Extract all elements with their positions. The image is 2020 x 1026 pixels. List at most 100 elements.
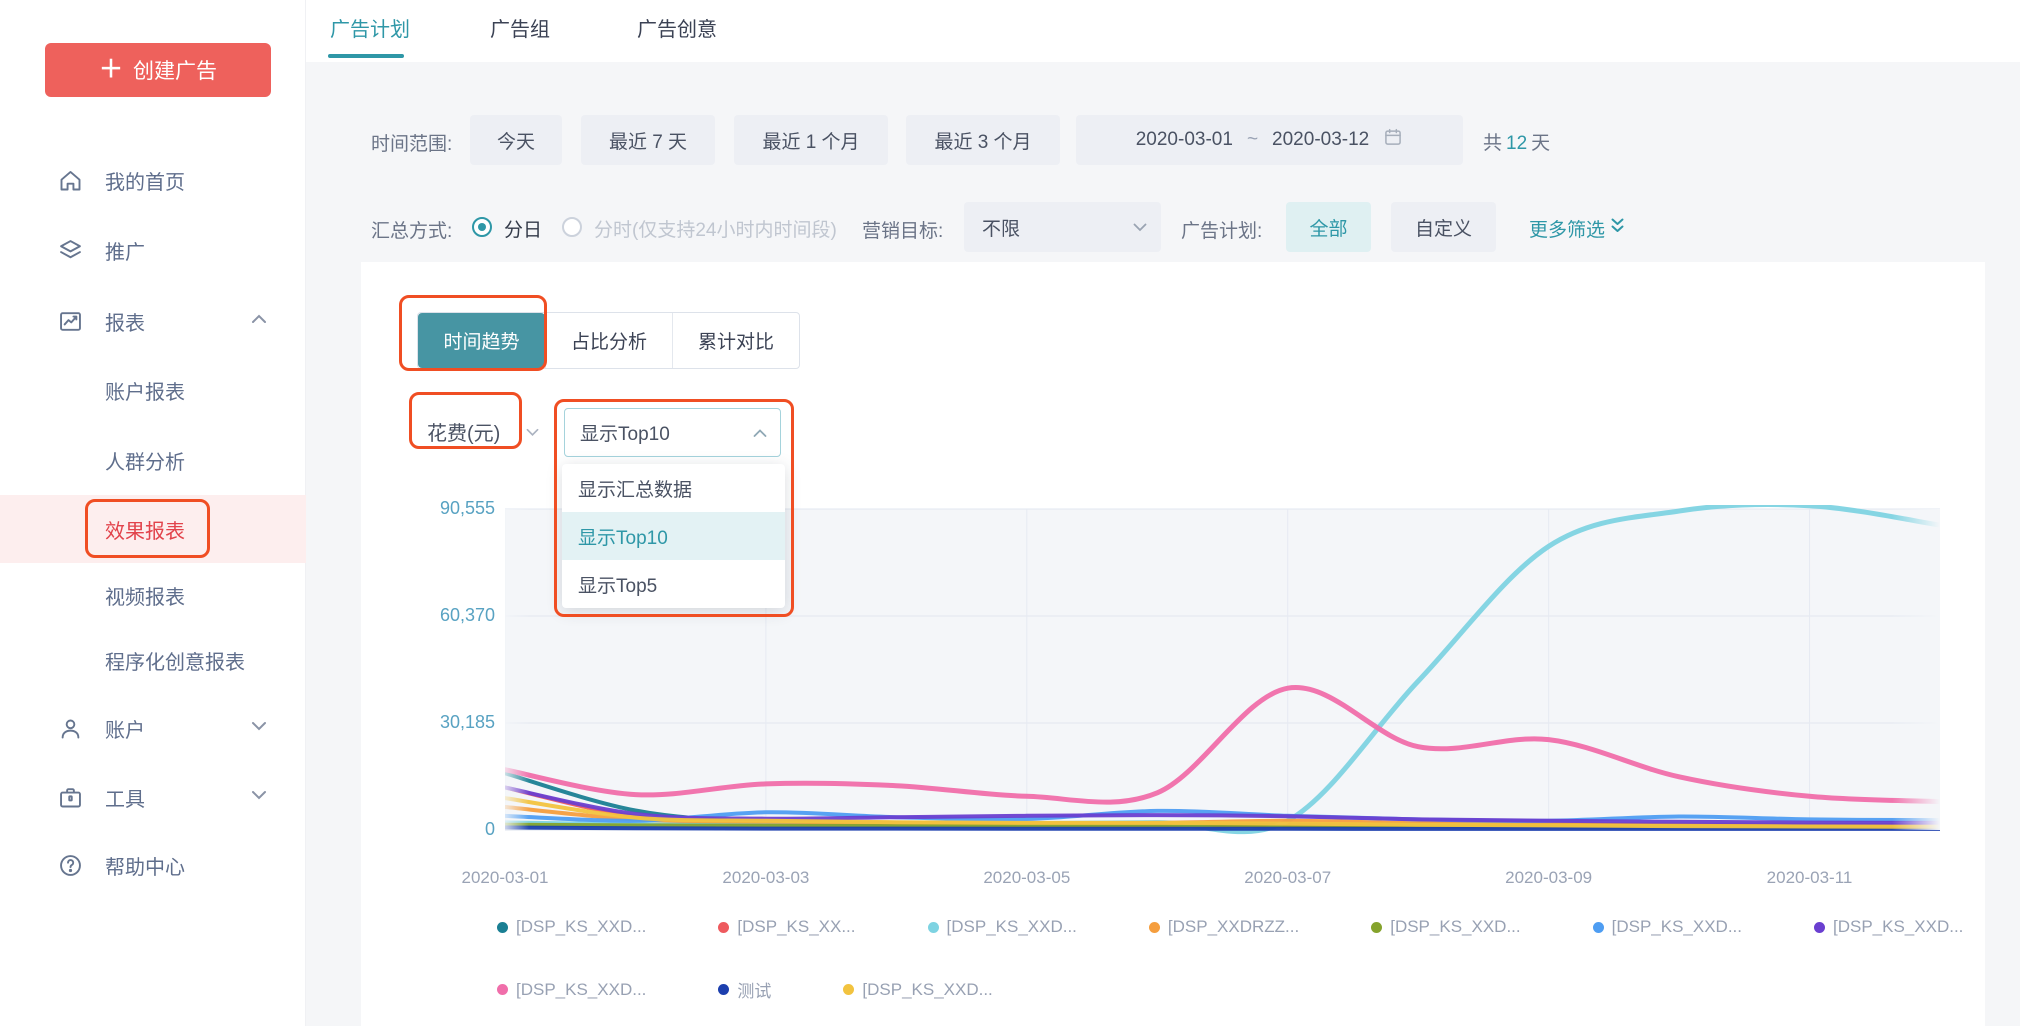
help-icon: [55, 850, 85, 880]
sidebar-item-programmatic-creative-report[interactable]: 程序化创意报表: [0, 631, 306, 689]
y-axis-tick: 30,185: [385, 712, 495, 733]
total-days-number: 12: [1502, 133, 1531, 154]
option-show-summary[interactable]: 显示汇总数据: [562, 464, 785, 512]
legend-label: [DSP_KS_XXD...: [947, 917, 1077, 937]
chevron-down-icon: [250, 788, 268, 806]
tab-ad-creative[interactable]: 广告创意: [637, 13, 717, 42]
legend-item[interactable]: [DSP_KS_XXD...: [843, 977, 992, 1002]
sidebar-item-promotion[interactable]: 推广: [0, 221, 306, 279]
sidebar-item-effect-report[interactable]: 效果报表: [0, 495, 306, 563]
legend-dot: [843, 984, 854, 995]
option-show-top10[interactable]: 显示Top10: [562, 512, 785, 560]
sidebar-item-label: 视频报表: [105, 581, 185, 610]
date-start: 2020-03-01: [1136, 129, 1233, 151]
sidebar-item-home[interactable]: 我的首页: [0, 151, 306, 209]
legend-dot: [1814, 922, 1825, 933]
top-n-dropdown: 显示汇总数据 显示Top10 显示Top5: [562, 464, 785, 608]
sidebar: ＋ 创建广告 我的首页 推广 报表 账户报表: [0, 0, 306, 1026]
plus-icon: ＋: [99, 58, 123, 82]
option-show-top5[interactable]: 显示Top5: [562, 560, 785, 608]
preset-7days-button[interactable]: 最近 7 天: [581, 115, 715, 165]
preset-today-button[interactable]: 今天: [470, 115, 562, 165]
legend-item[interactable]: [DSP_KS_XX...: [718, 917, 855, 937]
legend-row-1: [DSP_KS_XXD... [DSP_KS_XX... [DSP_KS_XXD..…: [497, 917, 1963, 937]
sidebar-item-label: 我的首页: [105, 166, 185, 195]
chart-tab-share-analysis[interactable]: 占比分析: [545, 313, 672, 368]
summary-mode-label: 汇总方式:: [371, 216, 452, 243]
radio-daily[interactable]: [472, 217, 492, 237]
sidebar-item-label: 工具: [105, 783, 145, 812]
x-axis-tick: 2020-03-05: [962, 868, 1092, 888]
radio-hourly-label[interactable]: 分时(仅支持24小时内时间段): [594, 215, 837, 242]
chevron-down-icon: [250, 719, 268, 737]
entity-tabbar: 广告计划 广告组 广告创意: [306, 0, 2020, 62]
tab-ad-plan[interactable]: 广告计划: [330, 13, 410, 42]
sidebar-item-label: 账户报表: [105, 376, 185, 405]
campaign-all-button[interactable]: 全部: [1286, 202, 1371, 252]
user-icon: [55, 713, 85, 743]
marketing-goal-value: 不限: [964, 214, 1133, 241]
radio-hourly[interactable]: [562, 217, 582, 237]
legend-item[interactable]: [DSP_KS_XXD...: [497, 977, 646, 1002]
toolbox-icon: [55, 782, 85, 812]
sidebar-item-label: 帮助中心: [105, 851, 185, 880]
date-tilde: ~: [1247, 129, 1258, 151]
legend-dot: [497, 984, 508, 995]
chevron-up-icon: [753, 422, 780, 444]
y-axis-tick: 90,555: [385, 498, 495, 519]
legend-dot: [718, 922, 729, 933]
x-axis-tick: 2020-03-09: [1484, 868, 1614, 888]
x-axis-tick: 2020-03-03: [701, 868, 831, 888]
sidebar-item-help-center[interactable]: 帮助中心: [0, 836, 306, 894]
sidebar-item-label: 人群分析: [105, 446, 185, 475]
legend-item[interactable]: [DSP_KS_XXD...: [1814, 917, 1963, 937]
y-axis-tick: 0: [385, 819, 495, 840]
chart-view-tabs: 时间趋势 占比分析 累计对比: [417, 312, 800, 369]
layers-icon: [55, 235, 85, 265]
x-axis-tick: 2020-03-01: [440, 868, 570, 888]
marketing-goal-select[interactable]: 不限: [964, 202, 1161, 252]
x-axis-tick: 2020-03-11: [1745, 868, 1875, 888]
sidebar-item-audience-analysis[interactable]: 人群分析: [0, 431, 306, 489]
y-axis-tick: 60,370: [385, 605, 495, 626]
chart-tab-time-trend[interactable]: 时间趋势: [418, 313, 545, 368]
chevron-down-icon[interactable]: [526, 424, 539, 442]
preset-3months-button[interactable]: 最近 3 个月: [906, 115, 1060, 165]
legend-dot: [1593, 922, 1604, 933]
sidebar-item-label: 效果报表: [105, 515, 185, 544]
tab-ad-group[interactable]: 广告组: [490, 13, 550, 42]
legend-label: [DSP_KS_XXD...: [516, 980, 646, 1000]
create-ad-label: 创建广告: [133, 55, 217, 85]
date-end: 2020-03-12: [1272, 129, 1369, 151]
sidebar-item-label: 推广: [105, 236, 145, 265]
legend-item[interactable]: [DSP_KS_XXD...: [1593, 917, 1742, 937]
create-ad-button[interactable]: ＋ 创建广告: [45, 43, 271, 97]
sidebar-item-tools[interactable]: 工具: [0, 768, 306, 826]
sidebar-item-video-report[interactable]: 视频报表: [0, 566, 306, 624]
radio-daily-label[interactable]: 分日: [504, 215, 542, 242]
sidebar-item-account-report[interactable]: 账户报表: [0, 361, 306, 419]
legend-dot: [1371, 922, 1382, 933]
chart-tab-cumulative-compare[interactable]: 累计对比: [672, 313, 799, 368]
metric-selector[interactable]: 花费(元): [427, 417, 500, 446]
total-days: 共12天: [1483, 128, 1550, 155]
sidebar-item-reports[interactable]: 报表: [0, 292, 306, 350]
legend-label: 测试: [737, 977, 771, 1002]
date-range-picker[interactable]: 2020-03-01 ~ 2020-03-12: [1076, 115, 1463, 165]
top-n-select[interactable]: 显示Top10: [564, 408, 781, 457]
legend-item[interactable]: [DSP_XXDRZZ...: [1149, 917, 1299, 937]
legend-item[interactable]: [DSP_KS_XXD...: [928, 917, 1077, 937]
legend-item[interactable]: [DSP_KS_XXD...: [1371, 917, 1520, 937]
preset-1month-button[interactable]: 最近 1 个月: [734, 115, 888, 165]
chevron-down-icon: [1133, 216, 1161, 238]
more-filters-label: 更多筛选: [1529, 215, 1605, 242]
legend-item[interactable]: 测试: [718, 977, 771, 1002]
legend-item[interactable]: [DSP_KS_XXD...: [497, 917, 646, 937]
legend-dot: [928, 922, 939, 933]
sidebar-item-account[interactable]: 账户: [0, 699, 306, 757]
more-filters-button[interactable]: 更多筛选: [1529, 215, 1625, 242]
campaign-custom-button[interactable]: 自定义: [1391, 202, 1496, 252]
legend-label: [DSP_KS_XXD...: [1833, 917, 1963, 937]
legend-label: [DSP_KS_XX...: [737, 917, 855, 937]
home-icon: [55, 165, 85, 195]
